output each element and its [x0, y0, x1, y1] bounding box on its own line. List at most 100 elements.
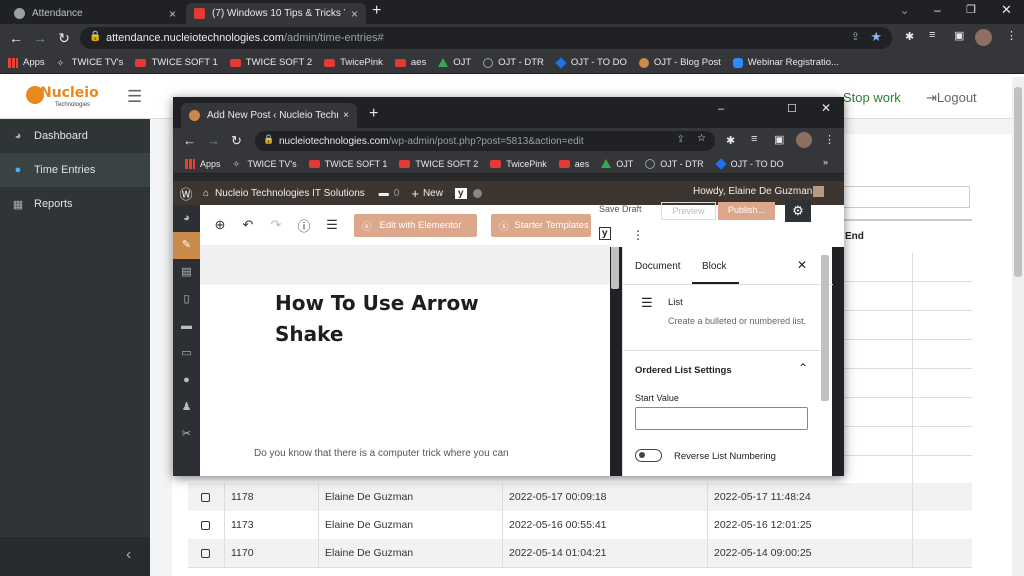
user-icon[interactable]: ♟ — [173, 394, 200, 421]
bookmark-aes[interactable]: aes — [394, 57, 426, 68]
bookmark-twicepink[interactable]: TwicePink — [324, 57, 383, 68]
close-icon[interactable]: × — [169, 7, 176, 21]
info-icon[interactable]: ⓘ — [291, 216, 317, 235]
bookmark-ojt-todo[interactable]: OJT - TO DO — [714, 157, 784, 170]
menu-icon[interactable]: ⋮ — [1006, 29, 1017, 42]
save-draft-button[interactable]: Save Draft — [599, 204, 642, 214]
editor-scrollbar[interactable] — [611, 245, 619, 289]
edit-with-elementor-button[interactable]: ⓔ Edit with Elementor — [354, 214, 477, 237]
dashboard-icon[interactable]: ◕ — [173, 205, 200, 232]
bookmark-twice-soft-2[interactable]: TWICE SOFT 2 — [229, 57, 312, 68]
close-icon[interactable]: × — [351, 7, 358, 21]
bookmark-aes[interactable]: aes — [558, 159, 589, 169]
avatar[interactable] — [796, 132, 812, 148]
table-row[interactable]: 1173 Elaine De Guzman 2022-05-16 00:55:4… — [188, 511, 972, 540]
leaf-icon[interactable]: ● — [173, 367, 200, 394]
comment-icon[interactable]: ▬ — [379, 188, 389, 199]
yoast-icon[interactable]: y — [599, 227, 611, 240]
avatar[interactable] — [975, 29, 992, 46]
media-icon[interactable]: ≡ — [929, 29, 935, 41]
wp-site-link[interactable]: Nucleio Technologies IT Solutions — [215, 188, 365, 199]
bookmark-star-icon[interactable]: ☆ — [697, 133, 706, 144]
bookmark-ojt-dtr[interactable]: OJT - DTR — [483, 57, 544, 68]
forward-icon[interactable]: → — [28, 30, 52, 46]
row-checkbox[interactable] — [201, 520, 210, 530]
bookmark-twice-tv[interactable]: ✧ TWICE TV's — [57, 57, 124, 68]
publish-button[interactable]: Publish... — [718, 202, 775, 220]
bookmark-apps[interactable]: Apps — [8, 57, 45, 68]
add-block-icon[interactable]: ⊕ — [207, 217, 233, 233]
row-checkbox[interactable] — [201, 548, 210, 558]
forward-icon[interactable]: → — [207, 133, 220, 148]
media-icon[interactable]: ▤ — [173, 259, 200, 286]
sidebar-item-reports[interactable]: ▦ Reports — [0, 187, 150, 221]
hamburger-icon[interactable]: ☰ — [127, 87, 142, 107]
ordered-list-settings-header[interactable]: Ordered List Settings ⌃ — [623, 351, 823, 385]
extensions-icon[interactable]: ✱ — [905, 30, 914, 43]
post-title[interactable]: How To Use Arrow Shake — [275, 288, 535, 350]
back-icon[interactable]: ← — [4, 30, 28, 46]
preview-button[interactable]: Preview — [661, 202, 716, 220]
more-options-icon[interactable]: ⋮ — [632, 228, 644, 242]
bookmark-twicepink[interactable]: TwicePink — [490, 159, 547, 169]
restore-icon[interactable]: ❐ — [966, 3, 976, 16]
pin-icon[interactable]: ✎ — [173, 232, 200, 259]
wrench-icon[interactable]: ✂ — [173, 421, 200, 448]
bookmark-twice-soft-1[interactable]: TWICE SOFT 1 — [308, 159, 387, 169]
wp-new-link[interactable]: New — [423, 188, 443, 199]
logout-button[interactable]: ⇥Logout — [926, 90, 977, 106]
bookmark-apps[interactable]: Apps — [185, 158, 221, 169]
new-tab-icon[interactable]: + — [372, 2, 381, 20]
start-value-input[interactable] — [635, 407, 808, 430]
reload-icon[interactable]: ↻ — [231, 133, 242, 149]
reverse-toggle[interactable] — [635, 449, 662, 462]
pages-icon[interactable]: ▯ — [173, 286, 200, 313]
back-icon[interactable]: ← — [183, 133, 196, 148]
bookmark-ojt-todo[interactable]: OJT - TO DO — [555, 56, 627, 69]
settings-scrollbar[interactable] — [821, 255, 829, 401]
reload-icon[interactable]: ↻ — [52, 30, 76, 47]
settings-gear-icon[interactable]: ⚙ — [785, 200, 811, 222]
undo-icon[interactable]: ↶ — [235, 217, 261, 233]
close-window-icon[interactable]: ✕ — [1001, 2, 1012, 18]
bookmark-ojt[interactable]: OJT — [438, 57, 471, 68]
bookmark-star-icon[interactable]: ★ — [870, 29, 882, 45]
post-paragraph[interactable]: Do you know that there is a computer tri… — [254, 448, 509, 459]
extensions-icon[interactable]: ✱ — [726, 134, 735, 147]
bookmark-ojt-dtr[interactable]: OJT - DTR — [645, 158, 704, 169]
sidepanel-icon[interactable]: ▣ — [774, 133, 784, 146]
bookmark-ojt-blog[interactable]: OJT - Blog Post — [638, 57, 721, 68]
wordpress-icon[interactable]: Ⓦ — [173, 184, 199, 203]
row-checkbox[interactable] — [201, 492, 210, 502]
search-input[interactable] — [840, 186, 970, 208]
folder-icon[interactable]: ▭ — [173, 340, 200, 367]
browser-tab-attendance[interactable]: Attendance × — [6, 3, 184, 24]
media-icon[interactable]: ≡ — [751, 133, 757, 145]
redo-icon[interactable]: ↷ — [263, 217, 289, 233]
bookmark-twice-soft-2[interactable]: TWICE SOFT 2 — [399, 159, 478, 169]
popup-tab[interactable]: Add New Post ‹ Nucleio Technolo × — [181, 103, 357, 128]
popup-address-bar[interactable]: 🔒 nucleiotechnologies.com/wp-admin/post.… — [255, 131, 715, 151]
sidebar-item-dashboard[interactable]: ◕ Dashboard — [0, 119, 150, 153]
stop-work-button[interactable]: Stop work — [843, 90, 901, 105]
table-row[interactable]: 1170 Elaine De Guzman 2022-05-14 01:04:2… — [188, 539, 972, 568]
tab-block[interactable]: Block — [702, 261, 726, 272]
tab-document[interactable]: Document — [635, 261, 681, 272]
menu-icon[interactable]: ⋮ — [824, 133, 835, 146]
more-bookmarks-icon[interactable]: » — [823, 157, 828, 167]
yoast-icon[interactable]: y — [454, 187, 467, 199]
user-avatar[interactable] — [813, 186, 824, 197]
tab-search-icon[interactable]: ⌄ — [900, 4, 909, 17]
howdy-user[interactable]: Howdy, Elaine De Guzman — [693, 186, 812, 197]
table-row[interactable]: 1178 Elaine De Guzman 2022-05-17 00:09:1… — [188, 483, 972, 512]
page-scrollbar[interactable] — [1012, 77, 1024, 576]
bookmark-twice-soft-1[interactable]: TWICE SOFT 1 — [135, 57, 218, 68]
restore-icon[interactable]: ☐ — [787, 102, 797, 115]
minimize-icon[interactable]: – — [718, 103, 724, 115]
close-icon[interactable]: ✕ — [797, 258, 807, 272]
bookmark-ojt[interactable]: OJT — [601, 159, 633, 169]
starter-templates-button[interactable]: ⓢ Starter Templates — [491, 214, 591, 237]
outline-icon[interactable]: ☰ — [319, 217, 345, 233]
share-icon[interactable]: ⇪ — [677, 134, 685, 145]
minimize-icon[interactable]: – — [934, 3, 941, 17]
